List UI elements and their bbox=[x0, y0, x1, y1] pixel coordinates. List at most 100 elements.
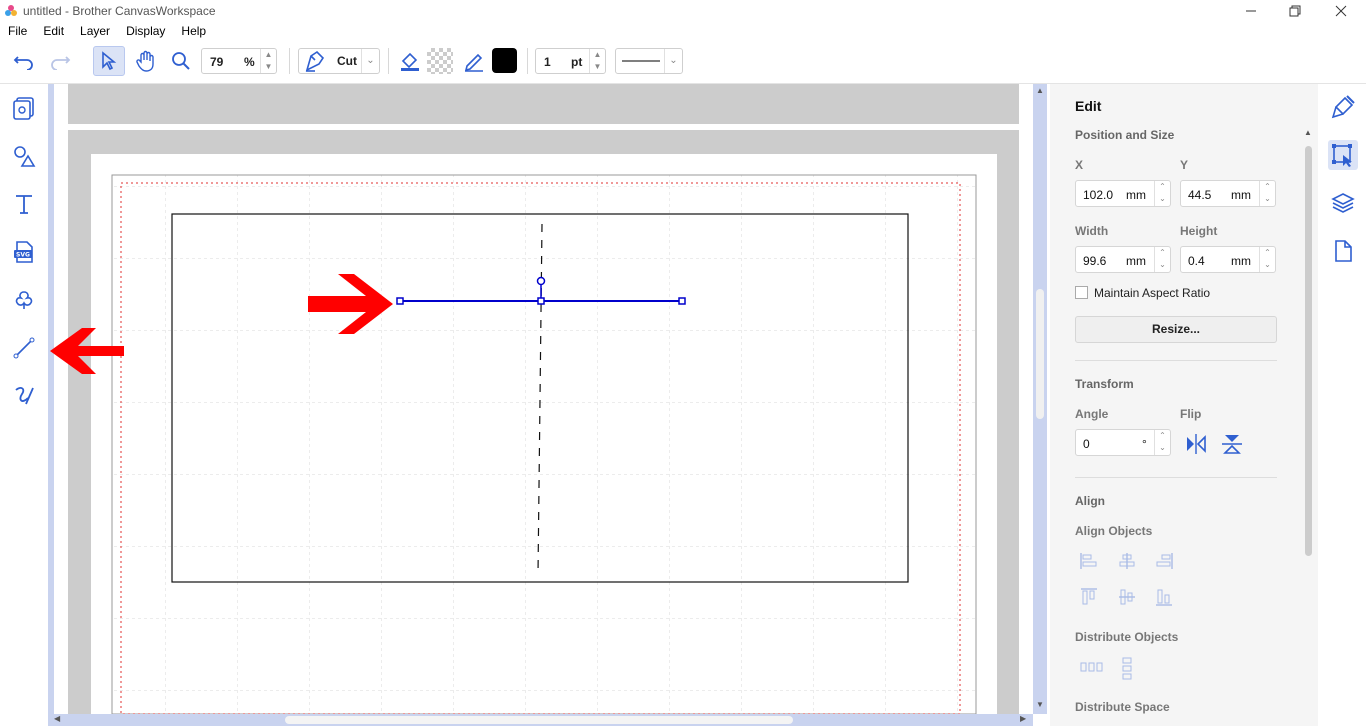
chevron-up-icon[interactable]: ⌃ bbox=[1155, 247, 1170, 259]
layers-panel-button[interactable] bbox=[1328, 188, 1358, 218]
app-logo-icon bbox=[5, 5, 17, 16]
panel-scrollbar[interactable]: ▲ bbox=[1300, 128, 1314, 726]
menu-edit[interactable]: Edit bbox=[35, 22, 72, 40]
zoom-stepper[interactable]: ▲ ▼ bbox=[260, 49, 276, 73]
scroll-thumb[interactable] bbox=[1036, 289, 1044, 419]
canvas-vertical-scrollbar[interactable]: ▲ ▼ bbox=[1033, 84, 1047, 714]
zoom-tool-button[interactable] bbox=[167, 47, 195, 75]
stroke-color-swatch[interactable] bbox=[492, 48, 517, 73]
line-tool[interactable] bbox=[10, 334, 38, 362]
rotate-handle[interactable] bbox=[536, 276, 546, 286]
scroll-up-icon[interactable]: ▲ bbox=[1036, 86, 1044, 95]
menu-layer[interactable]: Layer bbox=[72, 22, 118, 40]
select-tool-button[interactable] bbox=[93, 46, 125, 76]
flip-horizontal-button[interactable] bbox=[1184, 432, 1208, 456]
chevron-up-icon[interactable]: ⌃ bbox=[1155, 181, 1170, 193]
line-start-handle[interactable] bbox=[396, 297, 404, 305]
align-center-icon bbox=[1119, 553, 1135, 569]
align-left-button[interactable] bbox=[1079, 551, 1099, 574]
close-button[interactable] bbox=[1318, 0, 1364, 22]
height-label: Height bbox=[1180, 224, 1218, 238]
width-stepper[interactable]: ⌃ ⌄ bbox=[1154, 247, 1170, 272]
chevron-up-icon[interactable]: ⌃ bbox=[1260, 247, 1275, 259]
menu-help[interactable]: Help bbox=[173, 22, 214, 40]
stroke-width-field[interactable]: 1 pt ▲ ▼ bbox=[535, 48, 606, 74]
width-field[interactable]: 99.6 mm ⌃ ⌄ bbox=[1075, 246, 1171, 273]
text-tool[interactable] bbox=[10, 190, 38, 218]
canvas-area[interactable] bbox=[54, 84, 1033, 714]
chevron-down-icon[interactable]: ⌄ bbox=[1155, 442, 1170, 454]
y-stepper[interactable]: ⌃ ⌄ bbox=[1259, 181, 1275, 206]
page-panel-button[interactable] bbox=[1328, 236, 1358, 266]
pencil-icon bbox=[464, 53, 483, 72]
distribute-horizontal-button[interactable] bbox=[1079, 657, 1103, 680]
shapes-tool[interactable] bbox=[10, 142, 38, 170]
edit-panel-button[interactable] bbox=[1328, 140, 1358, 170]
chevron-down-icon[interactable]: ⌄ bbox=[1155, 259, 1170, 271]
height-stepper[interactable]: ⌃ ⌄ bbox=[1259, 247, 1275, 272]
zoom-unit: % bbox=[244, 55, 255, 69]
distribute-vertical-button[interactable] bbox=[1117, 657, 1137, 684]
stroke-width-value: 1 bbox=[544, 55, 551, 69]
chevron-down-icon[interactable]: ▼ bbox=[590, 61, 605, 73]
svg-text:SVG: SVG bbox=[16, 252, 30, 259]
template-tool[interactable] bbox=[10, 94, 38, 122]
align-center-button[interactable] bbox=[1117, 551, 1137, 574]
scroll-up-icon[interactable]: ▲ bbox=[1304, 128, 1312, 137]
stroke-button[interactable] bbox=[460, 47, 488, 75]
redo-button[interactable] bbox=[46, 49, 74, 73]
restore-button[interactable] bbox=[1272, 0, 1318, 22]
menu-display[interactable]: Display bbox=[118, 22, 173, 40]
chevron-up-icon[interactable]: ▲ bbox=[590, 49, 605, 61]
freehand-tool[interactable] bbox=[10, 382, 38, 410]
line-mid-handle[interactable] bbox=[537, 297, 545, 305]
minimize-button[interactable] bbox=[1228, 0, 1274, 22]
scroll-left-icon[interactable]: ◀ bbox=[54, 714, 60, 723]
align-bottom-button[interactable] bbox=[1154, 587, 1174, 610]
scroll-thumb[interactable] bbox=[285, 716, 793, 724]
solid-line-icon bbox=[622, 60, 660, 62]
hand-tool-button[interactable] bbox=[131, 47, 159, 75]
fill-button[interactable] bbox=[396, 47, 424, 75]
chevron-down-icon[interactable]: ⌄ bbox=[1260, 259, 1275, 271]
scroll-down-icon[interactable]: ▼ bbox=[1036, 700, 1044, 709]
angle-field[interactable]: 0 ° ⌃ ⌄ bbox=[1075, 429, 1171, 456]
align-middle-button[interactable] bbox=[1117, 587, 1137, 610]
chevron-up-icon[interactable]: ⌃ bbox=[1155, 430, 1170, 442]
distribute-horizontal-icon bbox=[1080, 662, 1103, 672]
stroke-width-stepper[interactable]: ▲ ▼ bbox=[589, 49, 605, 73]
scroll-right-icon[interactable]: ▶ bbox=[1020, 714, 1026, 723]
align-right-button[interactable] bbox=[1154, 551, 1174, 574]
x-label: X bbox=[1075, 158, 1084, 172]
y-field[interactable]: 44.5 mm ⌃ ⌄ bbox=[1180, 180, 1276, 207]
mode-label: Cut bbox=[337, 54, 357, 68]
line-end-handle[interactable] bbox=[678, 297, 686, 305]
x-stepper[interactable]: ⌃ ⌄ bbox=[1154, 181, 1170, 206]
drawing-canvas[interactable] bbox=[54, 84, 1033, 714]
undo-button[interactable] bbox=[10, 49, 38, 73]
fill-color-swatch[interactable] bbox=[427, 48, 453, 74]
distribute-vertical-icon bbox=[1122, 657, 1132, 680]
chevron-down-icon[interactable]: ⌄ bbox=[1155, 193, 1170, 205]
chevron-down-icon[interactable]: ⌄ bbox=[1260, 193, 1275, 205]
angle-label: Angle bbox=[1075, 407, 1109, 421]
resize-button[interactable]: Resize... bbox=[1075, 316, 1277, 343]
mode-dropdown[interactable]: Cut ⌄ bbox=[298, 48, 380, 74]
x-field[interactable]: 102.0 mm ⌃ ⌄ bbox=[1075, 180, 1171, 207]
flip-vertical-button[interactable] bbox=[1220, 432, 1244, 456]
paint-panel-button[interactable] bbox=[1328, 92, 1358, 122]
zoom-field[interactable]: 79 % ▲ ▼ bbox=[201, 48, 277, 74]
menu-file[interactable]: File bbox=[0, 22, 35, 40]
shape-library-tool[interactable] bbox=[10, 286, 38, 314]
chevron-up-icon[interactable]: ⌃ bbox=[1260, 181, 1275, 193]
line-style-dropdown[interactable]: ⌄ bbox=[615, 48, 683, 74]
align-top-button[interactable] bbox=[1079, 587, 1099, 610]
height-field[interactable]: 0.4 mm ⌃ ⌄ bbox=[1180, 246, 1276, 273]
svg-import-tool[interactable]: SVG bbox=[10, 238, 38, 266]
chevron-down-icon[interactable]: ▼ bbox=[261, 61, 276, 73]
angle-stepper[interactable]: ⌃ ⌄ bbox=[1154, 430, 1170, 455]
canvas-horizontal-scrollbar[interactable]: ◀ ▶ bbox=[50, 714, 1033, 726]
chevron-up-icon[interactable]: ▲ bbox=[261, 49, 276, 61]
maintain-aspect-checkbox[interactable] bbox=[1075, 286, 1088, 299]
scroll-thumb[interactable] bbox=[1305, 146, 1312, 556]
